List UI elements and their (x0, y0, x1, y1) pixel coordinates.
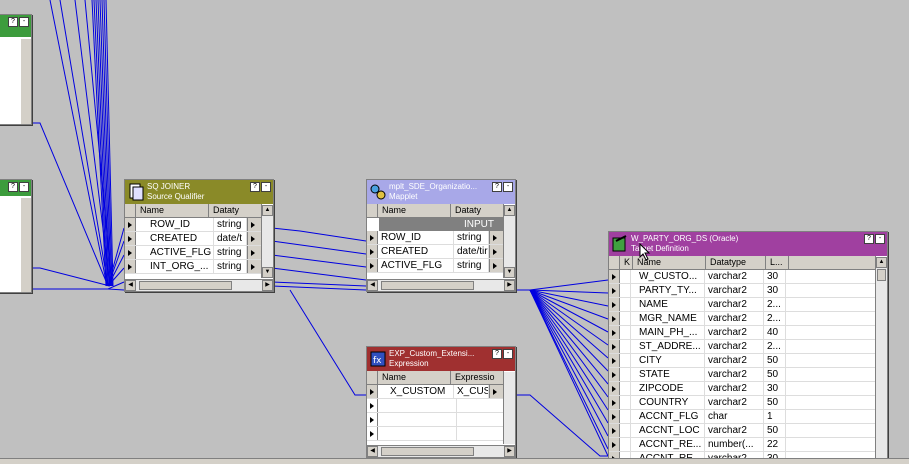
help-icon[interactable]: ? (492, 182, 502, 192)
scroll-up-icon[interactable]: ▲ (876, 257, 887, 268)
port-row[interactable]: ZIPCODE varchar2 30 (609, 382, 876, 396)
help-icon[interactable]: ? (864, 234, 874, 244)
input-group-header: INPUT (379, 218, 504, 231)
horizontal-scrollbar[interactable]: ◀ ▶ (125, 279, 273, 291)
port-row[interactable]: CREATED date/t (125, 232, 262, 246)
scroll-left-icon[interactable]: ◀ (367, 280, 378, 291)
target-title: W_PARTY_ORG_DS (Oracle) (631, 234, 739, 243)
column-header-key[interactable]: K (620, 256, 633, 269)
port-row[interactable]: X_CUSTOMX_CUST (367, 385, 504, 399)
minimize-icon[interactable]: - (503, 349, 513, 359)
scroll-left-icon[interactable]: ◀ (125, 280, 136, 291)
scroll-right-icon[interactable]: ▶ (262, 280, 273, 291)
scroll-down-icon[interactable]: ▼ (262, 267, 273, 278)
mapplet-transformation[interactable]: mplt_SDE_Organizatio... Mapplet ? - Name D… (366, 179, 516, 292)
help-icon[interactable]: ? (8, 182, 18, 192)
mouse-cursor-icon (639, 243, 651, 261)
port-row[interactable]: PARTY_TY... varchar2 30 (609, 284, 876, 298)
scroll-down-icon[interactable]: ▼ (504, 267, 515, 278)
expression-subtitle: Expression (389, 359, 429, 368)
source-qualifier-icon (129, 183, 144, 201)
minimize-icon[interactable]: - (19, 17, 29, 27)
port-row[interactable]: ACTIVE_FLG string (125, 246, 262, 260)
output-ports[interactable] (21, 39, 31, 124)
port-row[interactable]: MGR_NAME varchar2 2... (609, 312, 876, 326)
minimize-icon[interactable]: - (19, 182, 29, 192)
left-transformation-top[interactable]: ? - (0, 14, 32, 125)
scroll-thumb[interactable] (877, 269, 886, 281)
port-row[interactable]: ACTIVE_FLG string (367, 259, 504, 273)
output-ports[interactable] (21, 198, 31, 292)
left-transformation-bottom[interactable]: ? - (0, 179, 32, 293)
target-definition-icon (612, 235, 627, 252)
column-header-name[interactable]: Name (378, 204, 451, 217)
port-row[interactable]: NAME varchar2 2... (609, 298, 876, 312)
minimize-icon[interactable]: - (503, 182, 513, 192)
scroll-up-icon[interactable]: ▲ (262, 205, 273, 216)
port-row[interactable]: W_CUSTO... varchar2 30 (609, 270, 876, 284)
port-row[interactable]: COUNTRY varchar2 50 (609, 396, 876, 410)
canvas-horizontal-scrollbar[interactable] (0, 458, 909, 464)
scroll-right-icon[interactable]: ▶ (504, 446, 515, 457)
column-header-datatype[interactable]: Dataty (451, 204, 504, 217)
port-row[interactable]: ROW_ID string (125, 218, 262, 232)
port-row[interactable]: ACCNT_LOC varchar2 50 (609, 424, 876, 438)
mapplet-subtitle: Mapplet (389, 192, 418, 201)
vertical-scrollbar[interactable]: ▲ (875, 257, 887, 460)
expression-title: EXP_Custom_Extensi... (389, 349, 475, 358)
help-icon[interactable]: ? (492, 349, 502, 359)
scroll-right-icon[interactable]: ▶ (504, 280, 515, 291)
target-subtitle: Target Definition (631, 244, 689, 253)
port-row[interactable]: INT_ORG_... string (125, 260, 262, 274)
vertical-scrollbar[interactable]: ▲ ▼ (261, 205, 273, 278)
expression-header[interactable]: fx EXP_Custom_Extensi... Expression ? - (367, 347, 515, 371)
scroll-up-icon[interactable]: ▲ (504, 205, 515, 216)
column-header-length[interactable]: L... (766, 256, 789, 269)
column-header-datatype[interactable]: Datatype (706, 256, 766, 269)
mapplet-title: mplt_SDE_Organizatio... (389, 182, 478, 191)
vertical-scrollbar[interactable]: ▲ ▼ (503, 205, 515, 278)
mapplet-header[interactable]: mplt_SDE_Organizatio... Mapplet ? - (367, 180, 515, 204)
horizontal-scrollbar[interactable]: ◀ ▶ (367, 445, 515, 457)
vertical-scrollbar[interactable] (503, 372, 515, 444)
horizontal-scrollbar[interactable]: ◀ ▶ (367, 279, 515, 291)
scroll-left-icon[interactable]: ◀ (367, 446, 378, 457)
minimize-icon[interactable]: - (875, 234, 885, 244)
help-icon[interactable]: ? (250, 182, 260, 192)
port-row[interactable]: CREATED date/tir (367, 245, 504, 259)
column-header-name[interactable]: Name (378, 371, 451, 384)
port-row[interactable]: ACCNT_FLG char 1 (609, 410, 876, 424)
minimize-icon[interactable]: - (261, 182, 271, 192)
sq-joiner-header[interactable]: SQ JOINER Source Qualifier ? - (125, 180, 273, 204)
left-transformation-top-header[interactable]: ? - (0, 15, 31, 37)
port-row[interactable]: MAIN_PH_... varchar2 40 (609, 326, 876, 340)
sq-joiner-title: SQ JOINER (147, 182, 191, 191)
help-icon[interactable]: ? (8, 17, 18, 27)
port-row[interactable]: CITY varchar2 50 (609, 354, 876, 368)
target-port-list: W_CUSTO... varchar2 30 PARTY_TY... varchar2… (609, 270, 876, 460)
svg-text:fx: fx (373, 356, 382, 366)
column-header-name[interactable]: Name (136, 204, 209, 217)
port-row[interactable]: STATE varchar2 50 (609, 368, 876, 382)
expression-icon: fx (370, 351, 386, 367)
port-row[interactable]: ST_ADDRE... varchar2 2... (609, 340, 876, 354)
sq-joiner-subtitle: Source Qualifier (147, 192, 205, 201)
expression-transformation[interactable]: fx EXP_Custom_Extensi... Expression ? - Na… (366, 346, 516, 458)
column-header-datatype[interactable]: Dataty (209, 204, 262, 217)
target-definition[interactable]: W_PARTY_ORG_DS (Oracle) Target Definition… (608, 231, 888, 461)
sq-joiner-transformation[interactable]: SQ JOINER Source Qualifier ? - Name Dataty… (124, 179, 274, 292)
column-header-expression[interactable]: Expressio (451, 371, 504, 384)
mapplet-icon (370, 184, 386, 200)
port-row[interactable]: ACCNT_RE... number(... 22 (609, 438, 876, 452)
left-transformation-bottom-header[interactable]: ? - (0, 180, 31, 196)
port-row[interactable]: ROW_ID string (367, 231, 504, 245)
